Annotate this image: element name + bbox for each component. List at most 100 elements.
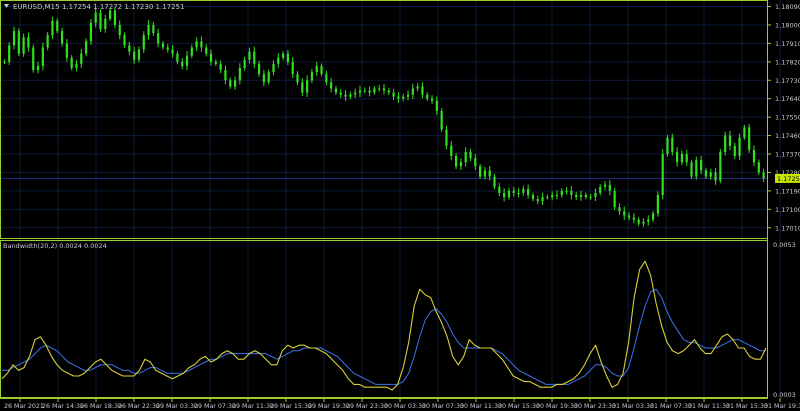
candle-body[interactable] bbox=[618, 207, 621, 212]
candle-body[interactable] bbox=[109, 10, 112, 19]
candle-body[interactable] bbox=[680, 154, 684, 163]
candle-body[interactable] bbox=[12, 31, 16, 46]
candle-body[interactable] bbox=[257, 63, 261, 75]
candle-body[interactable] bbox=[363, 90, 366, 92]
candle-body[interactable] bbox=[541, 197, 544, 202]
candle-body[interactable] bbox=[440, 110, 443, 130]
candle-body[interactable] bbox=[685, 154, 688, 163]
candle-body[interactable] bbox=[320, 65, 323, 75]
candle-body[interactable] bbox=[426, 94, 429, 99]
candle-body[interactable] bbox=[65, 43, 68, 58]
candle-body[interactable] bbox=[133, 51, 136, 60]
candle-body[interactable] bbox=[671, 137, 674, 152]
candle-body[interactable] bbox=[469, 151, 472, 159]
candle-body[interactable] bbox=[137, 49, 141, 60]
candle-body[interactable] bbox=[123, 35, 126, 46]
candle-body[interactable] bbox=[233, 80, 237, 87]
candle-body[interactable] bbox=[762, 172, 765, 179]
candle-body[interactable] bbox=[464, 151, 467, 163]
candle-body[interactable] bbox=[339, 92, 342, 95]
candle-body[interactable] bbox=[406, 94, 410, 97]
candle-body[interactable] bbox=[373, 88, 376, 93]
candle-body[interactable] bbox=[181, 61, 184, 66]
candle-body[interactable] bbox=[608, 184, 611, 191]
candle-body[interactable] bbox=[205, 47, 208, 54]
candle-body[interactable] bbox=[296, 74, 299, 83]
candle-body[interactable] bbox=[695, 160, 698, 177]
candle-body[interactable] bbox=[599, 186, 602, 193]
candle-body[interactable] bbox=[70, 57, 73, 68]
candle-body[interactable] bbox=[200, 41, 203, 48]
candle-body[interactable] bbox=[661, 154, 664, 195]
candle-body[interactable] bbox=[676, 151, 679, 163]
candle-body[interactable] bbox=[17, 31, 20, 54]
candle-body[interactable] bbox=[397, 96, 400, 99]
candle-body[interactable] bbox=[445, 129, 448, 146]
candle-body[interactable] bbox=[262, 74, 265, 83]
candle-body[interactable] bbox=[479, 166, 482, 177]
candle-body[interactable] bbox=[421, 86, 424, 95]
candle-body[interactable] bbox=[546, 197, 549, 199]
candle-body[interactable] bbox=[527, 188, 530, 195]
candle-body[interactable] bbox=[286, 53, 289, 62]
candle-body[interactable] bbox=[589, 197, 592, 199]
candle-body[interactable] bbox=[483, 170, 487, 177]
candle-body[interactable] bbox=[603, 184, 607, 187]
candle-body[interactable] bbox=[666, 137, 669, 155]
candle-body[interactable] bbox=[277, 57, 280, 64]
candle-body[interactable] bbox=[411, 88, 414, 95]
candle-body[interactable] bbox=[84, 41, 88, 54]
candle-body[interactable] bbox=[551, 194, 554, 198]
candle-body[interactable] bbox=[637, 219, 640, 224]
candle-body[interactable] bbox=[56, 20, 59, 32]
candle-body[interactable] bbox=[474, 158, 477, 167]
candle-body[interactable] bbox=[570, 190, 573, 195]
candle-body[interactable] bbox=[94, 12, 97, 23]
candle-body[interactable] bbox=[22, 37, 25, 54]
candle-body[interactable] bbox=[392, 92, 395, 97]
candle-body[interactable] bbox=[358, 90, 362, 93]
candle-body[interactable] bbox=[498, 186, 501, 193]
candle-body[interactable] bbox=[113, 10, 117, 25]
candle-body[interactable] bbox=[579, 194, 583, 198]
candle-body[interactable] bbox=[560, 190, 563, 195]
candle-body[interactable] bbox=[378, 88, 381, 90]
candle-body[interactable] bbox=[267, 72, 270, 83]
candle-body[interactable] bbox=[157, 33, 160, 44]
candle-body[interactable] bbox=[166, 47, 169, 50]
candle-body[interactable] bbox=[647, 219, 650, 222]
candle-body[interactable] bbox=[8, 45, 11, 62]
candle-body[interactable] bbox=[575, 194, 578, 198]
candle-body[interactable] bbox=[272, 63, 275, 73]
candle-body[interactable] bbox=[75, 63, 78, 68]
candle-body[interactable] bbox=[704, 170, 708, 177]
candle-body[interactable] bbox=[190, 47, 193, 56]
candle-body[interactable] bbox=[209, 53, 213, 62]
candle-body[interactable] bbox=[171, 49, 174, 54]
candle-body[interactable] bbox=[733, 145, 736, 157]
candle-body[interactable] bbox=[690, 162, 693, 177]
candle-body[interactable] bbox=[161, 43, 165, 48]
candle-body[interactable] bbox=[387, 90, 390, 93]
candle-body[interactable] bbox=[349, 94, 352, 97]
candle-body[interactable] bbox=[248, 51, 251, 60]
candle-body[interactable] bbox=[330, 82, 333, 89]
candle-body[interactable] bbox=[709, 172, 712, 177]
candle-body[interactable] bbox=[60, 31, 64, 44]
candle-body[interactable] bbox=[306, 80, 309, 93]
candle-body[interactable] bbox=[584, 194, 587, 198]
candle-body[interactable] bbox=[752, 149, 756, 163]
candle-body[interactable] bbox=[243, 59, 246, 68]
candle-body[interactable] bbox=[219, 63, 222, 71]
candle-body[interactable] bbox=[728, 135, 732, 146]
candle-body[interactable] bbox=[152, 24, 155, 34]
candle-body[interactable] bbox=[118, 24, 121, 36]
candle-body[interactable] bbox=[3, 61, 6, 63]
candle-body[interactable] bbox=[402, 96, 405, 99]
candle-body[interactable] bbox=[325, 74, 328, 83]
candle-body[interactable] bbox=[416, 86, 419, 89]
candle-body[interactable] bbox=[310, 72, 314, 81]
candle-body[interactable] bbox=[301, 82, 304, 93]
candle-body[interactable] bbox=[623, 211, 626, 216]
candle-body[interactable] bbox=[503, 192, 506, 198]
